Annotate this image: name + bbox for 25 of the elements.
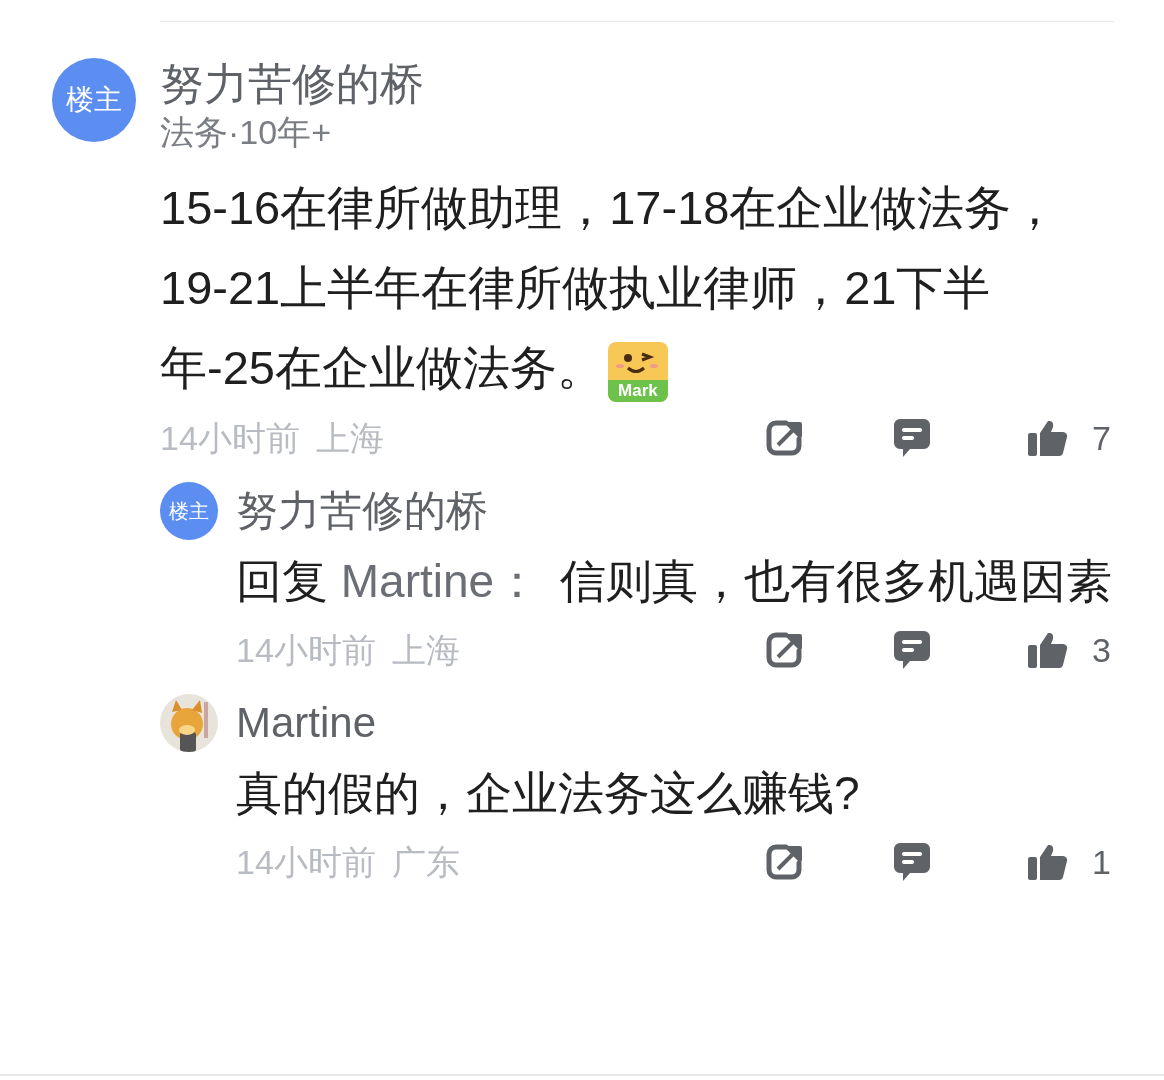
author-name: Martine: [236, 698, 378, 748]
reply-text: 真的假的，企业法务这么赚钱?: [236, 766, 861, 821]
thumbs-up-icon[interactable]: [1026, 419, 1068, 457]
author-name: 努力苦修的桥: [160, 58, 425, 110]
reply-text: 回复 Martine： 信则真，也有很多机遇因素: [236, 554, 1114, 609]
comment-icon[interactable]: [892, 417, 932, 459]
author-subtitle: 法务·10年+: [160, 112, 332, 153]
comment-time: 14小时前: [236, 841, 376, 883]
host-badge-avatar[interactable]: 楼主: [52, 58, 136, 142]
comment-location: 上海: [315, 417, 384, 459]
like-count: 1: [1092, 841, 1111, 883]
like-count: 7: [1092, 417, 1111, 459]
thumbs-up-icon[interactable]: [1026, 631, 1068, 669]
comment-icon[interactable]: [892, 629, 932, 671]
comment-location: 广东: [391, 841, 460, 883]
thumbs-up-icon[interactable]: [1026, 843, 1068, 881]
comment-location: 上海: [391, 629, 460, 671]
mark-sticker: Mark: [607, 341, 668, 402]
comment-time: 14小时前: [236, 629, 376, 671]
author-name: 努力苦修的桥: [236, 486, 489, 536]
comment-time: 14小时前: [160, 417, 300, 459]
host-badge-avatar[interactable]: 楼主: [160, 482, 218, 540]
like-count: 3: [1092, 629, 1111, 671]
comment-icon[interactable]: [892, 841, 932, 883]
comment-text: 15-16在律所做助理，17-18在企业做法务，19-21上半年在律所做执业律师，21下半年-25在企业做法务。 Mark: [160, 180, 1060, 404]
